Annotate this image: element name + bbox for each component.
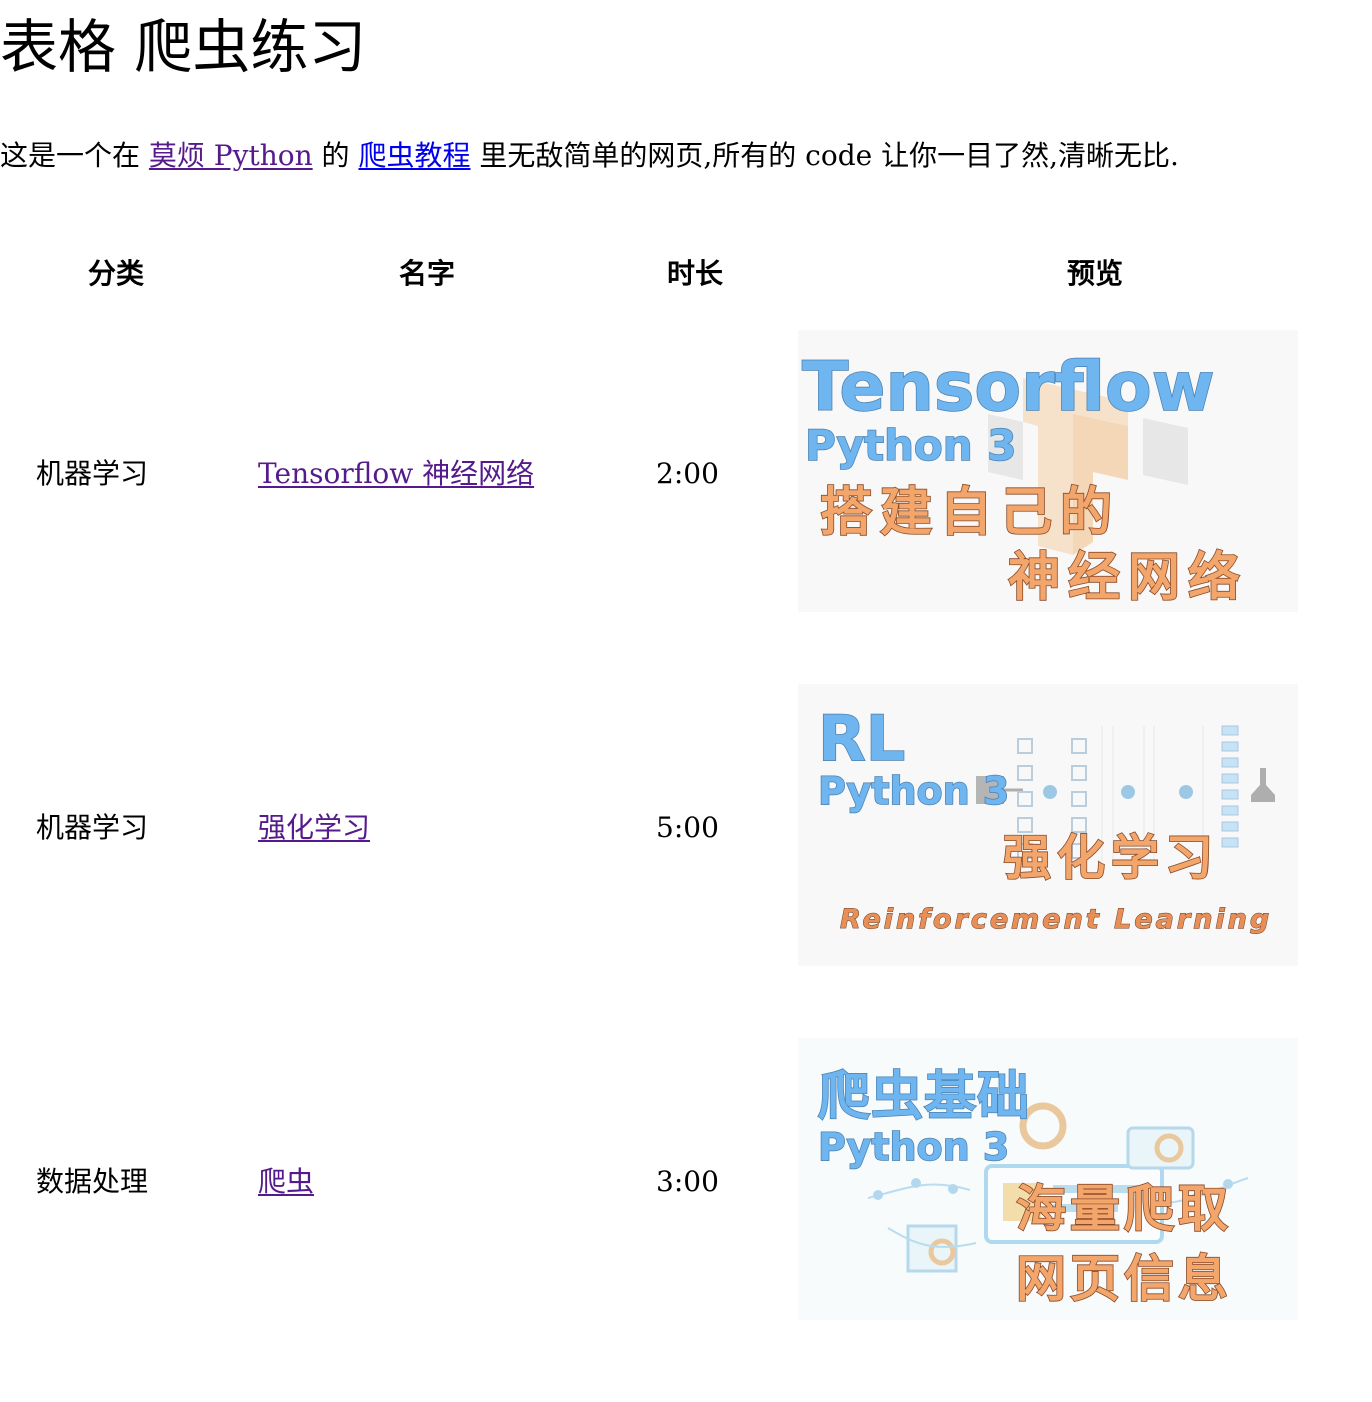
course-name-cell: Tensorflow 神经网络	[258, 454, 534, 494]
preview-title: Tensorflow	[802, 348, 1215, 427]
duration-cell: 3:00	[656, 1165, 719, 1198]
intro-suffix: 里无敌简单的网页,所有的 code 让你一目了然,清晰无比.	[470, 139, 1179, 172]
category-cell: 数据处理	[36, 1165, 149, 1198]
category-cell: 机器学习	[36, 811, 149, 844]
preview-caption: Reinforcement Learning	[840, 904, 1272, 935]
web-crawler-dashboard-icon: 爬虫基础 Python 3 海量爬取 网页信息	[798, 1038, 1298, 1320]
reinforcement-learning-course-link[interactable]: 强化学习	[258, 811, 370, 844]
preview-subtitle: Python 3	[818, 1125, 1009, 1169]
crawler-preview-image: 爬虫基础 Python 3 海量爬取 网页信息	[798, 1038, 1298, 1320]
preview-column-header: 预览	[1066, 257, 1123, 290]
tensorflow-logo-icon: Tensorflow Python 3 搭建自己的 神经网络	[798, 330, 1298, 612]
table-row: 机器学习 Tensorflow 神经网络 2:00 Tensorflow Pyt…	[0, 330, 1372, 612]
site-link[interactable]: 莫烦 Python	[149, 139, 313, 172]
name-column-header: 名字	[398, 257, 455, 290]
tutorial-link[interactable]: 爬虫教程	[358, 139, 470, 172]
duration-column-header: 时长	[666, 257, 723, 290]
intro-paragraph: 这是一个在 莫烦 Python 的 爬虫教程 里无敌简单的网页,所有的 code…	[0, 136, 1179, 176]
duration-cell: 5:00	[656, 811, 719, 844]
tensorflow-preview-image: Tensorflow Python 3 搭建自己的 神经网络	[798, 330, 1298, 612]
table-row: 机器学习 强化学习 5:00 RL Python 3 强化学习 Reinforc…	[0, 684, 1372, 966]
practice-page: 表格 爬虫练习 这是一个在 莫烦 Python 的 爬虫教程 里无敌简单的网页,…	[0, 0, 1372, 1402]
category-column-header: 分类	[87, 257, 144, 290]
preview-title: 爬虫基础	[818, 1067, 1030, 1127]
preview-line-one: 搭建自己的	[820, 483, 1120, 543]
table-row: 数据处理 爬虫 3:00 爬虫基础 Python 3 海量爬取 网页信息	[0, 1038, 1372, 1320]
page-title: 表格 爬虫练习	[0, 13, 367, 81]
intro-middle: 的	[312, 139, 359, 172]
neural-network-diagram-icon: RL Python 3 强化学习 Reinforcement Learning	[798, 684, 1298, 966]
course-name-cell: 强化学习	[258, 808, 370, 848]
preview-line-one: 海量爬取	[1016, 1180, 1232, 1238]
preview-subtitle: Python 3	[805, 421, 1017, 470]
preview-subtitle: Python 3	[818, 769, 1009, 813]
intro-prefix: 这是一个在	[0, 139, 149, 172]
preview-title: RL	[818, 702, 905, 775]
preview-line-two: 神经网络	[1008, 548, 1248, 608]
preview-line-two: 网页信息	[1016, 1250, 1232, 1308]
course-name-cell: 爬虫	[258, 1162, 314, 1202]
preview-line-one: 强化学习	[1003, 830, 1219, 886]
tensorflow-course-link[interactable]: Tensorflow 神经网络	[258, 457, 534, 490]
category-cell: 机器学习	[36, 457, 149, 490]
reinforcement-learning-preview-image: RL Python 3 强化学习 Reinforcement Learning	[798, 684, 1298, 966]
duration-cell: 2:00	[656, 457, 719, 490]
crawler-course-link[interactable]: 爬虫	[258, 1165, 314, 1198]
